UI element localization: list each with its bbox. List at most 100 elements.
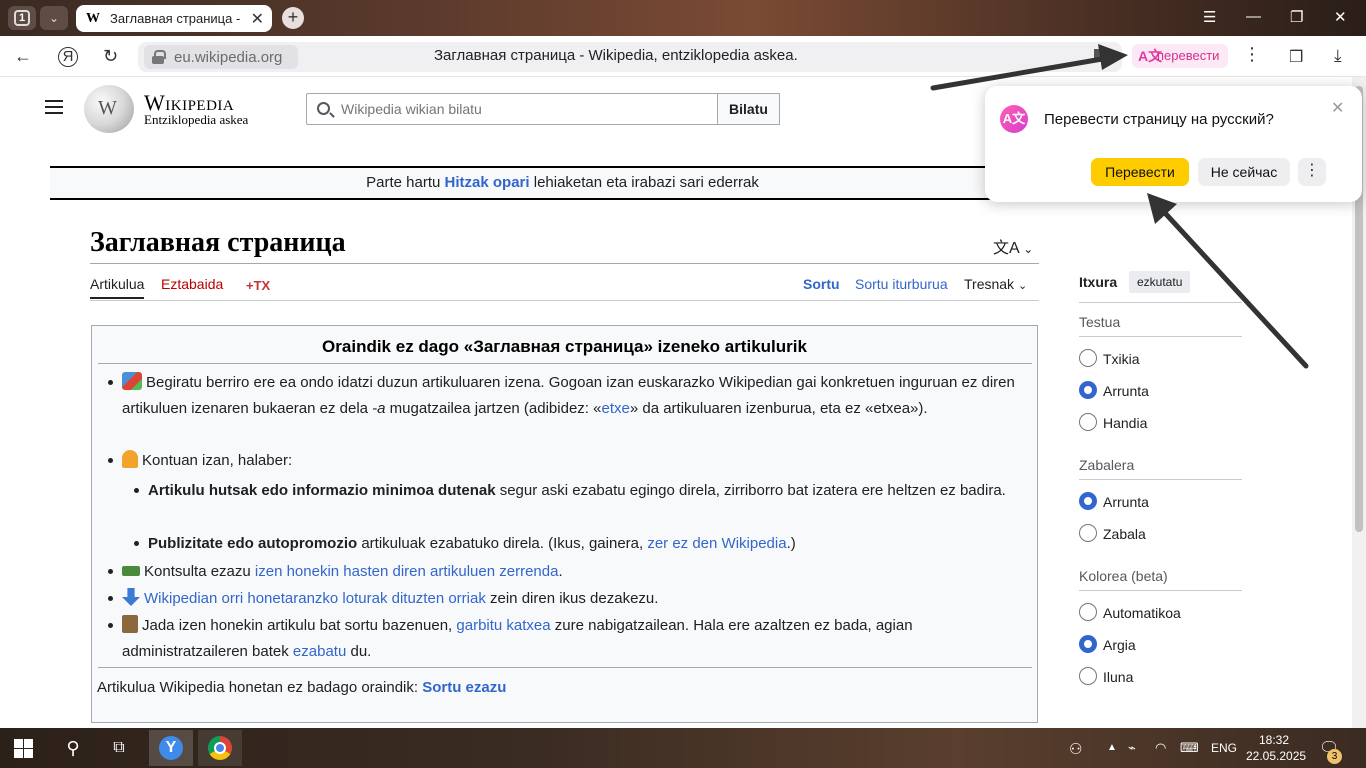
taskbar-chrome[interactable] xyxy=(198,730,242,766)
back-arrow-icon[interactable]: ← xyxy=(14,46,32,67)
radio-color-light[interactable] xyxy=(1079,635,1097,653)
task-view-icon[interactable]: ⧉ xyxy=(106,728,132,768)
notice-text: segur aski ezabatu egingo direla, zirrib… xyxy=(495,482,1006,499)
translate-popup: A文 Перевести страницу на русский? ✕ Пере… xyxy=(985,86,1362,202)
yandex-browser-icon: Y xyxy=(159,736,183,760)
radio-text-large[interactable] xyxy=(1079,413,1097,431)
notice-text: mugatzailea jartzen (adibidez: « xyxy=(385,399,602,417)
tab-sortu[interactable]: Sortu xyxy=(803,276,840,292)
url-domain-pill[interactable]: eu.wikipedia.org xyxy=(144,45,298,69)
new-tab-button[interactable]: + xyxy=(282,7,304,29)
notice-emphasis: -a xyxy=(372,399,386,417)
yandex-logo-icon[interactable]: Я xyxy=(58,47,78,67)
color-heading: Kolorea (beta) xyxy=(1079,568,1168,584)
deleted-log-link[interactable]: ezabatu xyxy=(293,643,346,660)
section-divider xyxy=(1079,479,1242,480)
tab-artikulua[interactable]: Artikulua xyxy=(90,276,145,299)
list-item: Kontsulta ezazu izen honekin hasten dire… xyxy=(108,559,1028,585)
language-icon: 文A xyxy=(993,240,1019,257)
zer-ez-den-link[interactable]: zer ez den Wikipedia xyxy=(647,535,786,552)
main-menu-icon[interactable] xyxy=(45,100,63,114)
more-options-icon[interactable]: ⋮ xyxy=(1243,44,1261,65)
close-window-icon[interactable]: ✕ xyxy=(1334,8,1347,26)
bookmark-icon[interactable] xyxy=(1094,49,1106,63)
radio-color-auto[interactable] xyxy=(1079,603,1097,621)
list-item: Publizitate edo autopromozio artikuluak … xyxy=(134,531,1028,557)
no-article-notice: Oraindik ez dago «Заглавная страница» iz… xyxy=(91,325,1038,723)
prefix-index-link[interactable]: izen honekin hasten diren artikuluen zer… xyxy=(255,563,559,580)
browser-menu-icon[interactable]: ☰ xyxy=(1203,8,1216,26)
translate-button[interactable]: A文 перевести xyxy=(1132,44,1228,68)
radio-label: Iluna xyxy=(1103,669,1134,685)
list-item: Begiratu berriro ere ea ondo idatzi duzu… xyxy=(108,370,1028,421)
radio-label: Txikia xyxy=(1103,351,1140,367)
url-domain: eu.wikipedia.org xyxy=(174,49,283,66)
popup-more-icon[interactable]: ⋮ xyxy=(1298,158,1326,186)
radio-text-standard[interactable] xyxy=(1079,381,1097,399)
keyboard-icon[interactable]: ⌨ xyxy=(1180,740,1199,756)
wifi-icon[interactable]: ◠ xyxy=(1155,740,1166,756)
taskbar-yandex-browser[interactable]: Y xyxy=(149,730,193,766)
tab-counter-label: 1 xyxy=(14,10,30,26)
blocks-icon xyxy=(122,372,142,390)
translate-icon: A文 xyxy=(1000,105,1028,133)
download-icon[interactable]: ⤓ xyxy=(1334,46,1342,66)
tab-close-icon[interactable]: ✕ xyxy=(251,9,264,29)
radio-width-wide[interactable] xyxy=(1079,524,1097,542)
input-language[interactable]: ENG xyxy=(1211,741,1237,755)
not-now-button[interactable]: Не сейчас xyxy=(1198,158,1290,186)
windows-taskbar: ⚲ ⧉ Y ⚇ ▲ ⌁ ◠ ⌨ ENG 18:32 22.05.2025 🗨 3 xyxy=(0,728,1366,768)
banner-link[interactable]: Hitzak opari xyxy=(445,174,530,191)
section-divider xyxy=(1079,336,1242,337)
radio-text-small[interactable] xyxy=(1079,349,1097,367)
radio-label: Argia xyxy=(1103,637,1136,653)
windows-start-icon[interactable] xyxy=(14,739,33,758)
search-icon[interactable]: ⚲ xyxy=(60,728,86,768)
notice-text: zein diren ikus dezakezu. xyxy=(485,590,659,607)
tab-list-chevron-icon[interactable]: ⌄ xyxy=(40,6,68,30)
notice-text: Kontuan izan, halaber: xyxy=(142,452,293,469)
tab-tresnak[interactable]: Tresnak ⌄ xyxy=(964,276,1027,292)
tray-overflow-icon[interactable]: ▲ xyxy=(1107,742,1117,753)
wikipedia-globe-logo[interactable] xyxy=(84,85,134,133)
battery-icon[interactable]: ⌁ xyxy=(1128,740,1136,756)
banner-text-before: Parte hartu xyxy=(366,174,445,191)
tab-sortu-iturburua[interactable]: Sortu iturburua xyxy=(855,276,948,292)
purge-cache-link[interactable]: garbitu katxea xyxy=(456,617,550,634)
create-article-link[interactable]: Sortu ezazu xyxy=(422,679,506,696)
search-input[interactable] xyxy=(341,101,701,117)
translate-page-button[interactable]: Перевести xyxy=(1091,158,1189,186)
notification-count-badge: 3 xyxy=(1327,749,1342,764)
browser-address-bar: ← Я ↻ eu.wikipedia.org Заглавная страниц… xyxy=(0,36,1366,77)
tab-content-translation[interactable]: +TX xyxy=(246,278,270,293)
url-field[interactable]: eu.wikipedia.org Заглавная страница - Wi… xyxy=(138,42,1122,72)
what-links-here-link[interactable]: Wikipedian orri honetaranzko loturak dit… xyxy=(144,590,486,607)
box-icon xyxy=(122,615,138,633)
search-box[interactable] xyxy=(306,93,718,125)
close-icon[interactable]: ✕ xyxy=(1331,98,1344,118)
search-button[interactable]: Bilatu xyxy=(717,93,780,125)
people-icon[interactable]: ⚇ xyxy=(1069,740,1082,758)
etxe-link[interactable]: etxe xyxy=(601,400,629,417)
heading-divider xyxy=(90,263,1039,264)
appearance-hide-button[interactable]: ezkutatu xyxy=(1129,271,1191,293)
page-title: Заглавная страница xyxy=(90,227,346,258)
notice-bold: Artikulu hutsak edo informazio minimoa d… xyxy=(148,482,496,499)
collections-icon[interactable]: ❒ xyxy=(1289,47,1303,67)
notice-footer: Artikulua Wikipedia honetan ez badago or… xyxy=(97,679,506,696)
tresnak-label: Tresnak xyxy=(964,276,1015,292)
notice-text: . xyxy=(558,563,563,580)
language-button[interactable]: 文A ⌄ xyxy=(993,234,1033,258)
radio-width-standard[interactable] xyxy=(1079,492,1097,510)
browser-tab-active[interactable]: W Заглавная страница - Wikipedia ✕ xyxy=(76,5,272,32)
system-clock[interactable]: 18:32 22.05.2025 xyxy=(1246,732,1306,764)
tab-eztabaida[interactable]: Eztabaida xyxy=(161,276,223,292)
tab-counter-button[interactable]: 1 xyxy=(8,6,36,30)
restore-icon[interactable]: ❐ xyxy=(1290,8,1303,26)
reload-icon[interactable]: ↻ xyxy=(103,46,118,67)
down-arrow-icon xyxy=(122,588,140,606)
radio-label: Arrunta xyxy=(1103,383,1149,399)
radio-color-dark[interactable] xyxy=(1079,667,1097,685)
minimize-icon[interactable]: — xyxy=(1246,8,1261,25)
notice-text: .) xyxy=(786,535,796,552)
